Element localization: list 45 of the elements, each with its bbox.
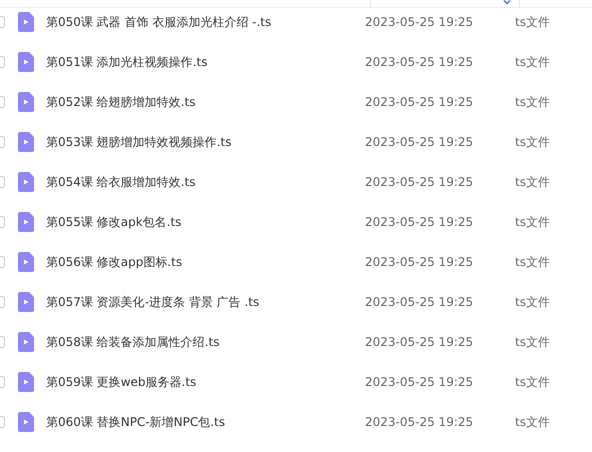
file-type: ts文件 bbox=[515, 334, 550, 350]
file-name[interactable]: 第052课 给翅膀增加特效.ts bbox=[46, 94, 365, 110]
video-file-icon bbox=[18, 52, 34, 72]
video-file-icon bbox=[18, 172, 34, 192]
modified-time: 2023-05-25 19:25 bbox=[365, 135, 474, 149]
modified-time: 2023-05-25 19:25 bbox=[365, 415, 474, 429]
file-name[interactable]: 第058课 给装备添加属性介绍.ts bbox=[46, 334, 365, 350]
file-name[interactable]: 第050课 武器 首饰 衣服添加光柱介绍 -.ts bbox=[46, 14, 365, 30]
modified-time: 2023-05-25 19:25 bbox=[365, 95, 474, 109]
video-file-icon bbox=[18, 252, 34, 272]
file-name[interactable]: 第054课 给衣服增加特效.ts bbox=[46, 174, 365, 190]
video-file-icon bbox=[18, 372, 34, 392]
file-name[interactable]: 第059课 更换web服务器.ts bbox=[46, 374, 365, 390]
modified-time: 2023-05-25 19:25 bbox=[365, 15, 474, 29]
video-file-icon bbox=[18, 212, 34, 232]
file-name[interactable]: 第055课 修改apk包名.ts bbox=[46, 214, 365, 230]
file-name[interactable]: 第053课 翅膀增加特效视频操作.ts bbox=[46, 134, 365, 150]
modified-time: 2023-05-25 19:25 bbox=[365, 55, 474, 69]
file-type: ts文件 bbox=[515, 14, 550, 30]
video-file-icon bbox=[18, 292, 34, 312]
file-type: ts文件 bbox=[515, 254, 550, 270]
file-type: ts文件 bbox=[515, 94, 550, 110]
video-file-icon bbox=[18, 12, 34, 32]
modified-time: 2023-05-25 19:25 bbox=[365, 175, 474, 189]
sort-chevron-icon[interactable] bbox=[503, 0, 511, 5]
file-type: ts文件 bbox=[515, 214, 550, 230]
file-name[interactable]: 第051课 添加光柱视频操作.ts bbox=[46, 54, 365, 70]
video-file-icon bbox=[18, 132, 34, 152]
video-file-icon bbox=[18, 412, 34, 432]
modified-time: 2023-05-25 19:25 bbox=[365, 215, 474, 229]
file-type: ts文件 bbox=[515, 294, 550, 310]
modified-time: 2023-05-25 19:25 bbox=[365, 335, 474, 349]
file-type: ts文件 bbox=[515, 54, 550, 70]
file-name[interactable]: 第060课 替换NPC-新增NPC包.ts bbox=[46, 414, 365, 430]
file-type: ts文件 bbox=[515, 374, 550, 390]
file-type: ts文件 bbox=[515, 134, 550, 150]
file-name[interactable]: 第056课 修改app图标.ts bbox=[46, 254, 365, 270]
modified-time: 2023-05-25 19:25 bbox=[365, 255, 474, 269]
video-file-icon bbox=[18, 92, 34, 112]
modified-time: 2023-05-25 19:25 bbox=[365, 295, 474, 309]
file-type: ts文件 bbox=[515, 174, 550, 190]
file-type: ts文件 bbox=[515, 414, 550, 430]
file-name[interactable]: 第057课 资源美化-进度条 背景 广告 .ts bbox=[46, 294, 365, 310]
video-file-icon bbox=[18, 332, 34, 352]
modified-time: 2023-05-25 19:25 bbox=[365, 375, 474, 389]
